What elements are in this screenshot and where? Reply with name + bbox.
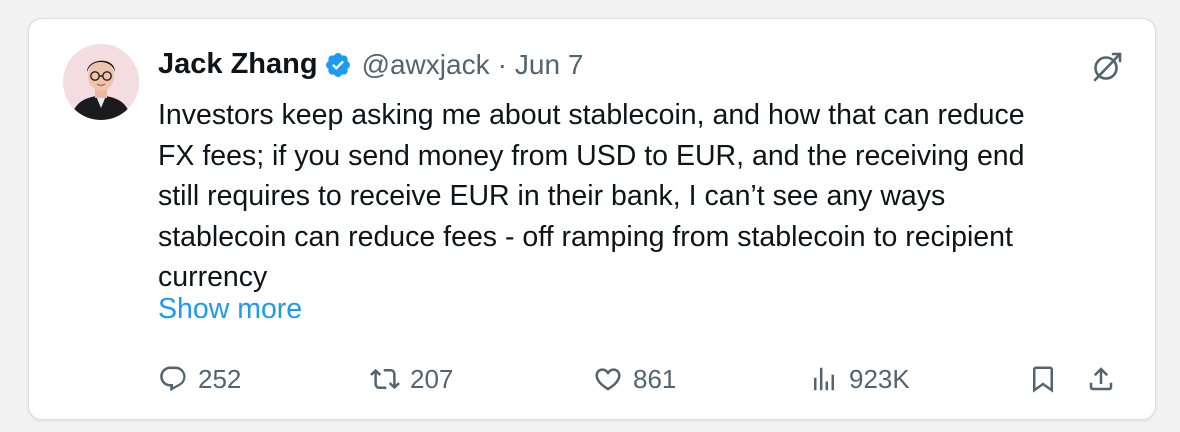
views-count: 923K bbox=[849, 363, 910, 394]
grok-icon[interactable] bbox=[1089, 49, 1125, 85]
share-button[interactable] bbox=[1086, 357, 1116, 401]
views-icon bbox=[814, 367, 834, 391]
tweet-text-line: still requires to receive EUR in their b… bbox=[158, 180, 946, 212]
separator-dot: · bbox=[497, 48, 507, 80]
tweet-text-line: Investors keep asking me about stablecoi… bbox=[158, 99, 1025, 131]
share-icon bbox=[1089, 367, 1113, 391]
repost-count: 207 bbox=[410, 363, 454, 394]
bookmark-icon bbox=[1033, 366, 1053, 393]
tweet-date[interactable]: Jun 7 bbox=[515, 49, 584, 81]
author-handle[interactable]: @awxjack bbox=[362, 49, 490, 81]
tweet-card[interactable]: Jack Zhang @awxjack · Jun 7 Investors ke… bbox=[28, 18, 1156, 420]
views-button[interactable]: 923K bbox=[809, 357, 910, 401]
tweet-text-line: FX fees; if you send money from USD to E… bbox=[158, 139, 1025, 172]
show-more-link[interactable]: Show more bbox=[158, 293, 302, 326]
avatar-image bbox=[63, 44, 139, 120]
repost-icon bbox=[370, 368, 400, 390]
tweet-header: Jack Zhang @awxjack · Jun 7 bbox=[158, 48, 583, 81]
reply-button[interactable]: 252 bbox=[158, 357, 241, 401]
avatar[interactable] bbox=[63, 44, 139, 120]
bookmark-button[interactable] bbox=[1028, 357, 1058, 401]
reply-icon bbox=[160, 366, 186, 392]
verified-badge-icon bbox=[324, 51, 352, 79]
reply-count: 252 bbox=[198, 363, 242, 394]
action-bar: 252 207 861 923K bbox=[158, 357, 1125, 401]
author-name[interactable]: Jack Zhang bbox=[158, 48, 318, 81]
repost-button[interactable]: 207 bbox=[370, 357, 453, 401]
tweet-text-line: currency bbox=[158, 261, 268, 293]
like-button[interactable]: 861 bbox=[593, 357, 676, 401]
heart-icon bbox=[595, 368, 621, 391]
tweet-text: Investors keep asking me about stablecoi… bbox=[158, 95, 1118, 298]
like-count: 861 bbox=[633, 363, 677, 394]
tweet-text-line: stablecoin can reduce fees - off ramping… bbox=[158, 220, 1013, 253]
